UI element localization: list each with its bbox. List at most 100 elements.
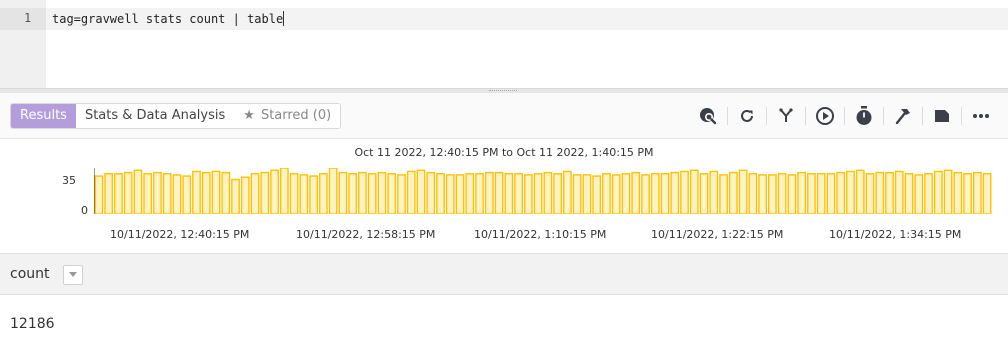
histogram-bar[interactable] bbox=[728, 171, 738, 214]
histogram-bar[interactable] bbox=[748, 173, 758, 214]
histogram-bar[interactable] bbox=[826, 173, 836, 214]
label-button[interactable] bbox=[925, 103, 959, 129]
search-overview-button[interactable] bbox=[691, 103, 725, 129]
histogram-bar[interactable] bbox=[133, 169, 143, 214]
histogram-bar[interactable] bbox=[738, 169, 748, 214]
histogram-bar[interactable] bbox=[123, 171, 133, 214]
tab-starred[interactable]: ★ Starred (0) bbox=[234, 104, 340, 128]
histogram-bar[interactable] bbox=[846, 170, 855, 214]
histogram-bar[interactable] bbox=[904, 173, 914, 214]
histogram-bar[interactable] bbox=[406, 170, 416, 214]
histogram-bar[interactable] bbox=[299, 174, 309, 214]
histogram-bar[interactable] bbox=[270, 169, 279, 214]
histogram-bar[interactable] bbox=[250, 173, 260, 214]
histogram-bar[interactable] bbox=[894, 170, 904, 214]
play-button[interactable] bbox=[808, 103, 842, 129]
histogram-bar[interactable] bbox=[709, 170, 719, 214]
histogram-bar[interactable] bbox=[367, 173, 377, 214]
histogram-bar[interactable] bbox=[416, 169, 426, 214]
overview-histogram[interactable] bbox=[94, 168, 992, 214]
histogram-bar[interactable] bbox=[201, 171, 211, 214]
histogram-bar[interactable] bbox=[182, 175, 192, 214]
histogram-bar[interactable] bbox=[279, 168, 289, 214]
stopwatch-button[interactable] bbox=[847, 103, 881, 129]
histogram-bar[interactable] bbox=[572, 174, 582, 214]
histogram-bar[interactable] bbox=[358, 171, 367, 214]
histogram-bar[interactable] bbox=[484, 171, 494, 214]
histogram-bar[interactable] bbox=[797, 171, 807, 214]
histogram-bar[interactable] bbox=[94, 175, 104, 214]
histogram-bar[interactable] bbox=[309, 175, 319, 214]
histogram-bar[interactable] bbox=[445, 174, 455, 214]
histogram-bar[interactable] bbox=[289, 173, 299, 214]
histogram-bar[interactable] bbox=[504, 173, 514, 214]
histogram-bar[interactable] bbox=[338, 171, 348, 214]
histogram-bar[interactable] bbox=[680, 170, 689, 214]
histogram-bar[interactable] bbox=[563, 170, 572, 214]
histogram-bar[interactable] bbox=[465, 173, 475, 214]
histogram-bar[interactable] bbox=[221, 171, 231, 214]
histogram-bar[interactable] bbox=[933, 170, 943, 214]
histogram-bar[interactable] bbox=[777, 173, 787, 214]
histogram-bar[interactable] bbox=[553, 173, 563, 214]
histogram-bar[interactable] bbox=[104, 173, 114, 214]
histogram-bar[interactable] bbox=[758, 174, 768, 214]
histogram-bar[interactable] bbox=[514, 173, 523, 214]
fork-button[interactable] bbox=[769, 103, 803, 129]
histogram-bar[interactable] bbox=[602, 173, 611, 214]
histogram-bar[interactable] bbox=[963, 173, 972, 214]
histogram-bar[interactable] bbox=[982, 173, 992, 214]
histogram-bar[interactable] bbox=[523, 174, 533, 214]
histogram-bar[interactable] bbox=[836, 171, 846, 214]
histogram-bar[interactable] bbox=[807, 173, 816, 214]
histogram-bar[interactable] bbox=[650, 173, 660, 214]
histogram-bar[interactable] bbox=[865, 173, 875, 214]
histogram-bar[interactable] bbox=[592, 175, 602, 214]
histogram-bar[interactable] bbox=[162, 173, 172, 214]
tab-results[interactable]: Results bbox=[11, 104, 76, 128]
histogram-bar[interactable] bbox=[387, 173, 397, 214]
histogram-bar[interactable] bbox=[114, 173, 123, 214]
histogram-bar[interactable] bbox=[192, 170, 201, 214]
histogram-bar[interactable] bbox=[143, 173, 153, 214]
histogram-bar[interactable] bbox=[494, 171, 504, 214]
histogram-bar[interactable] bbox=[475, 173, 484, 214]
histogram-bar[interactable] bbox=[924, 173, 933, 214]
column-menu-button[interactable] bbox=[63, 265, 83, 285]
tab-stats[interactable]: Stats & Data Analysis bbox=[76, 104, 234, 128]
histogram-bar[interactable] bbox=[914, 174, 924, 214]
histogram-bar[interactable] bbox=[816, 173, 826, 214]
histogram-bar[interactable] bbox=[426, 171, 436, 214]
histogram-bar[interactable] bbox=[211, 170, 221, 214]
histogram-bar[interactable] bbox=[543, 171, 553, 214]
query-editor[interactable]: 1 tag=gravwell stats count | table bbox=[0, 0, 1008, 92]
histogram-bar[interactable] bbox=[260, 171, 270, 214]
histogram-bar[interactable] bbox=[455, 174, 465, 214]
refresh-button[interactable] bbox=[730, 103, 764, 129]
histogram-bar[interactable] bbox=[768, 174, 777, 214]
histogram-bar[interactable] bbox=[689, 169, 699, 214]
histogram-bar[interactable] bbox=[582, 174, 592, 214]
histogram-bar[interactable] bbox=[875, 171, 885, 214]
histogram-bar[interactable] bbox=[328, 168, 338, 214]
histogram-bar[interactable] bbox=[348, 173, 358, 214]
histogram-bar[interactable] bbox=[670, 171, 680, 214]
column-header-count[interactable]: count bbox=[10, 266, 50, 282]
hammer-button[interactable] bbox=[886, 103, 920, 129]
histogram-bar[interactable] bbox=[719, 174, 728, 214]
histogram-bar[interactable] bbox=[621, 173, 631, 214]
histogram-bar[interactable] bbox=[436, 173, 445, 214]
histogram-bar[interactable] bbox=[318, 173, 328, 214]
histogram-bar[interactable] bbox=[533, 173, 543, 214]
histogram-bar[interactable] bbox=[855, 169, 865, 214]
histogram-bar[interactable] bbox=[377, 171, 387, 214]
histogram-bar[interactable] bbox=[953, 171, 963, 214]
histogram-bar[interactable] bbox=[885, 171, 894, 214]
more-button[interactable] bbox=[964, 103, 998, 129]
histogram-bar[interactable] bbox=[631, 171, 641, 214]
histogram-bar[interactable] bbox=[699, 173, 709, 214]
histogram-bar[interactable] bbox=[611, 174, 621, 214]
query-text[interactable]: tag=gravwell stats count | table bbox=[52, 11, 285, 26]
histogram-bar[interactable] bbox=[660, 173, 670, 214]
histogram-bar[interactable] bbox=[240, 176, 250, 214]
